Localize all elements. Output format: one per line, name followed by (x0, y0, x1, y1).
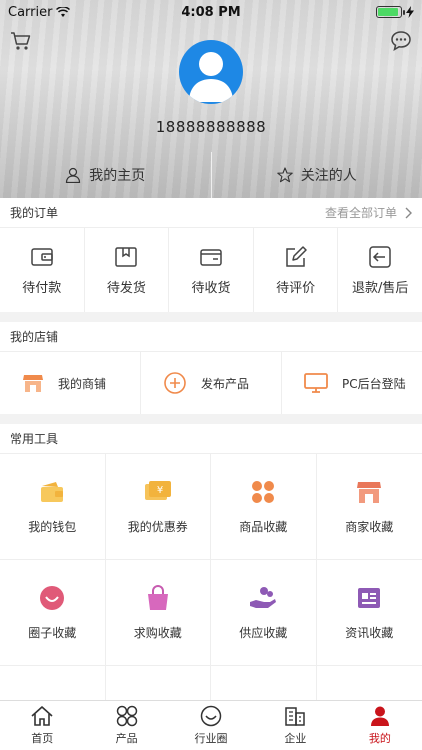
publish-product-label: 发布产品 (201, 376, 250, 391)
orders-title: 我的订单 (10, 206, 59, 220)
order-pending-receipt[interactable]: 待收货 (169, 228, 254, 312)
tools-section: 常用工具 我的钱包 ¥ 我的优惠券 商品收藏 商家收藏 圈子收藏 求购收藏 供应… (0, 424, 422, 700)
pc-admin-login-label: PC后台登陆 (342, 376, 406, 391)
tool-supply-favorites[interactable]: 供应收藏 (211, 560, 317, 666)
order-pending-review[interactable]: 待评价 (254, 228, 339, 312)
tool-news-favorites-label: 资讯收藏 (345, 626, 394, 640)
shopping-bag-icon (147, 585, 168, 610)
clover-icon (252, 481, 275, 503)
charging-icon (406, 6, 414, 18)
building-icon (285, 707, 306, 726)
avatar[interactable] (179, 40, 243, 104)
battery-icon (376, 6, 405, 18)
cart-icon[interactable] (10, 30, 32, 52)
bottom-tab-bar: 首页 产品 行业圈 企业 我的 (0, 700, 422, 750)
return-icon (369, 245, 391, 268)
status-bar: Carrier 4:08 PM (0, 0, 422, 24)
my-homepage-label: 我的主页 (89, 168, 146, 184)
edit-icon (285, 245, 307, 267)
wallet-icon (41, 482, 64, 502)
order-pending-payment[interactable]: 待付款 (0, 228, 85, 312)
order-pending-receipt-label: 待收货 (191, 280, 231, 296)
shop-title: 我的店铺 (10, 330, 59, 344)
tab-products[interactable]: 产品 (84, 701, 168, 750)
order-refund[interactable]: 退款/售后 (338, 228, 422, 312)
tool-store-favorites[interactable]: 商家收藏 (316, 454, 422, 560)
news-icon (358, 588, 381, 608)
hand-supply-icon (250, 587, 277, 608)
my-homepage-button[interactable]: 我的主页 (0, 152, 211, 198)
chevron-right-icon (405, 207, 412, 218)
tool-circle-favorites-label: 圈子收藏 (28, 626, 77, 640)
pc-admin-login-button[interactable]: PC后台登陆 (282, 352, 422, 414)
order-pending-shipment-label: 待发货 (106, 280, 146, 296)
tab-industry-circle-label: 行业圈 (194, 732, 228, 745)
order-pending-shipment[interactable]: 待发货 (85, 228, 170, 312)
following-button[interactable]: 关注的人 (212, 152, 422, 198)
tool-product-favorites[interactable]: 商品收藏 (211, 454, 317, 560)
home-icon (31, 706, 53, 726)
tab-enterprise-label: 企业 (284, 732, 307, 745)
order-pending-payment-label: 待付款 (22, 280, 62, 296)
plus-circle-icon (164, 372, 186, 394)
star-outline-icon (277, 167, 293, 183)
smile-icon (40, 586, 65, 610)
tool-wallet-label: 我的钱包 (28, 520, 77, 534)
tool-item-11[interactable] (211, 666, 317, 700)
tool-store-favorites-label: 商家收藏 (345, 520, 394, 534)
tools-title: 常用工具 (10, 432, 59, 446)
tool-news-favorites[interactable]: 资讯收藏 (316, 560, 422, 666)
tab-mine[interactable]: 我的 (338, 701, 422, 750)
smile-circle-icon (200, 705, 222, 727)
grid-clover-icon (116, 705, 137, 727)
carrier-label: Carrier (8, 4, 53, 20)
tab-enterprise[interactable]: 企业 (253, 701, 337, 750)
orders-section: 我的订单 查看全部订单 待付款 待发货 待收货 待评价 退款/售后 (0, 198, 422, 312)
publish-product-button[interactable]: 发布产品 (141, 352, 282, 414)
tool-item-10[interactable] (106, 666, 211, 700)
profile-header: Carrier 4:08 PM 18888888888 我的主页 关注的人 (0, 0, 422, 198)
tab-products-label: 产品 (115, 732, 138, 745)
tab-home-label: 首页 (31, 732, 54, 745)
tool-wallet[interactable]: 我的钱包 (0, 454, 106, 560)
user-phone: 18888888888 (155, 118, 267, 136)
wifi-icon (56, 6, 71, 17)
card-icon (200, 248, 222, 266)
tab-industry-circle[interactable]: 行业圈 (169, 701, 253, 750)
storefront-icon (23, 375, 43, 392)
coupon-icon: ¥ (144, 481, 171, 500)
tab-mine-label: 我的 (368, 732, 391, 745)
order-pending-review-label: 待评价 (276, 280, 316, 296)
tool-request-favorites-label: 求购收藏 (133, 626, 182, 640)
svg-text:¥: ¥ (157, 485, 163, 496)
tool-coupons[interactable]: ¥ 我的优惠券 (105, 454, 211, 560)
user-outline-icon (66, 167, 81, 183)
my-store-label: 我的商铺 (58, 376, 107, 391)
wallet-icon (31, 247, 53, 266)
tool-item-12[interactable] (317, 666, 422, 700)
person-icon (370, 706, 389, 726)
user-avatar-icon (189, 52, 233, 102)
store-icon (357, 482, 382, 503)
view-all-orders-link[interactable]: 查看全部订单 (325, 204, 412, 221)
order-refund-label: 退款/售后 (351, 280, 409, 296)
package-icon (115, 246, 138, 267)
tool-circle-favorites[interactable]: 圈子收藏 (0, 560, 106, 666)
tool-supply-favorites-label: 供应收藏 (239, 626, 288, 640)
shop-section: 我的店铺 我的商铺 发布产品 PC后台登陆 (0, 322, 422, 414)
tool-item-9[interactable] (0, 666, 106, 700)
tool-coupons-label: 我的优惠券 (127, 520, 188, 534)
tool-product-favorites-label: 商品收藏 (239, 520, 288, 534)
my-store-button[interactable]: 我的商铺 (0, 352, 141, 414)
tab-home[interactable]: 首页 (0, 701, 84, 750)
view-all-orders-label: 查看全部订单 (324, 206, 397, 220)
message-icon[interactable] (390, 30, 412, 52)
monitor-icon (304, 373, 328, 393)
tool-request-favorites[interactable]: 求购收藏 (105, 560, 211, 666)
following-label: 关注的人 (300, 168, 357, 184)
